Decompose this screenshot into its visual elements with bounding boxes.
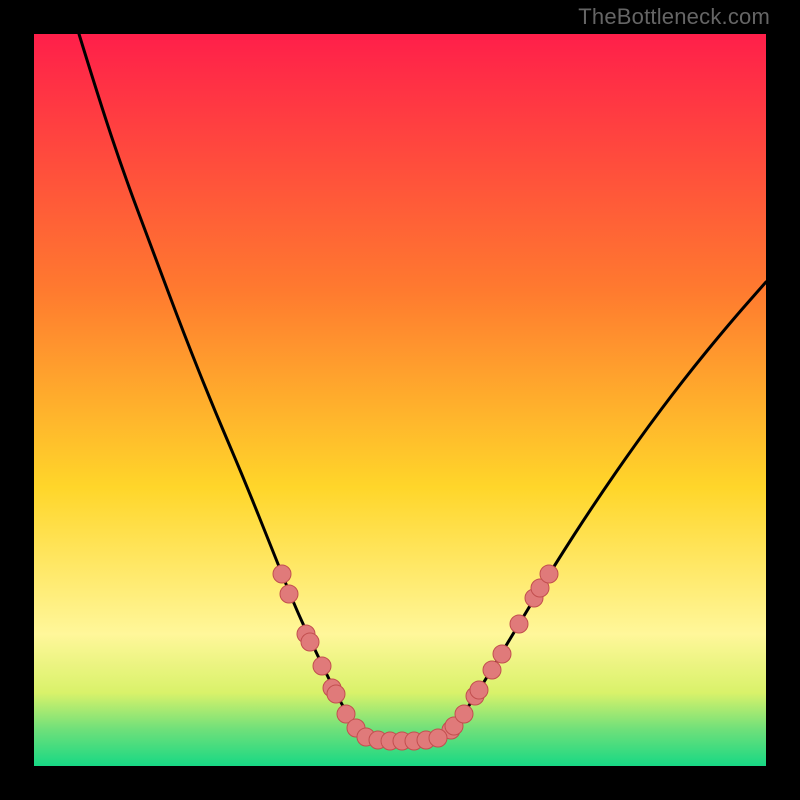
gradient-background	[34, 34, 766, 766]
data-dot	[273, 565, 291, 583]
chart-frame: TheBottleneck.com	[0, 0, 800, 800]
data-dot	[455, 705, 473, 723]
data-dot	[493, 645, 511, 663]
data-dot	[313, 657, 331, 675]
watermark-text: TheBottleneck.com	[578, 4, 770, 30]
data-dot	[483, 661, 501, 679]
data-dot	[327, 685, 345, 703]
data-dot	[510, 615, 528, 633]
data-dot	[301, 633, 319, 651]
plot-area	[34, 34, 766, 766]
bottleneck-curve-chart	[34, 34, 766, 766]
data-dot	[280, 585, 298, 603]
data-dot	[540, 565, 558, 583]
data-dot	[429, 729, 447, 747]
data-dot	[470, 681, 488, 699]
